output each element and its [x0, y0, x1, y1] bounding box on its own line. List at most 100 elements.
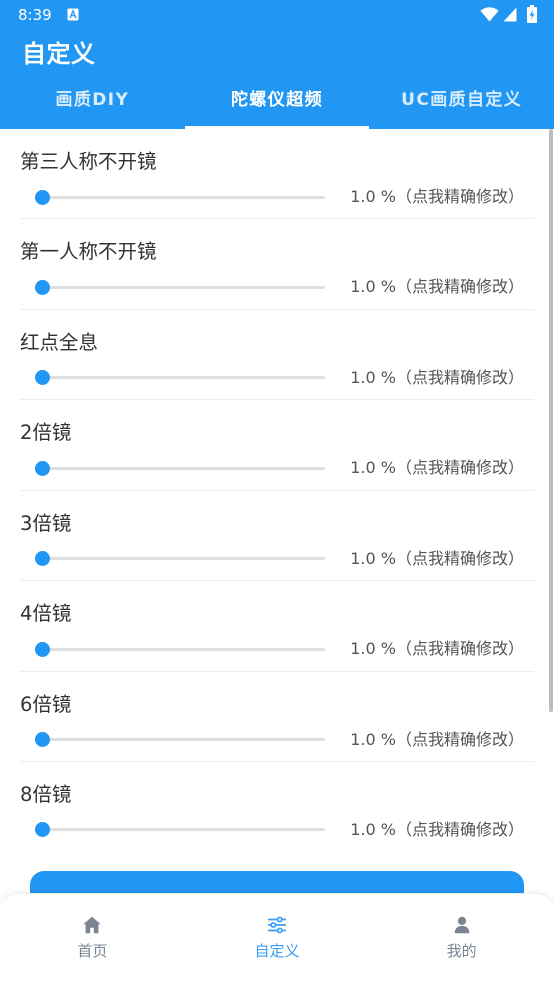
setting-label: 2倍镜: [20, 421, 72, 445]
status-bar: 8:39: [0, 0, 554, 30]
slider-track: [35, 647, 325, 651]
slider-thumb[interactable]: [34, 551, 50, 567]
slider-thumb[interactable]: [34, 822, 50, 838]
value-unit: %: [380, 187, 396, 206]
top-app-bar: 8:39 自定义 画质DIY 陀螺仪超频 UC画质自定义: [0, 0, 554, 129]
value-hint: （点我精确修改）: [395, 367, 524, 387]
setting-value[interactable]: 1.0 %（点我精确修改）: [350, 456, 524, 480]
slider-thumb[interactable]: [34, 460, 50, 476]
status-time: 8:39: [18, 6, 52, 24]
slider-thumb[interactable]: [34, 370, 50, 386]
wifi-icon: [480, 7, 499, 22]
slider-track: [35, 557, 325, 561]
setting-label: 第三人称不开镜: [20, 150, 157, 173]
page-title: 自定义: [22, 40, 96, 68]
setting-label: 6倍镜: [20, 692, 72, 716]
setting-slider[interactable]: [28, 728, 332, 752]
setting-item: 8倍镜 1.0 %（点我精确修改）: [0, 762, 554, 852]
setting-slider[interactable]: [28, 366, 332, 390]
battery-charging-icon: [527, 5, 537, 23]
tab-label: 陀螺仪超频: [231, 90, 323, 110]
slider-thumb[interactable]: [34, 189, 50, 205]
slider-track: [35, 466, 325, 470]
slider-track: [35, 376, 325, 380]
slider-track: [35, 285, 325, 289]
value-number: 1.0: [350, 277, 376, 297]
value-hint: （点我精确修改）: [395, 639, 524, 659]
setting-value[interactable]: 1.0 %（点我精确修改）: [350, 728, 524, 752]
tab-label: UC画质自定义: [401, 90, 523, 110]
value-hint: （点我精确修改）: [395, 819, 524, 839]
a-notification-icon: [67, 8, 79, 21]
nav-label: 首页: [77, 942, 108, 960]
setting-slider[interactable]: [28, 818, 332, 842]
setting-item: 4倍镜 1.0 %（点我精确修改）: [0, 581, 554, 672]
scrollbar[interactable]: [549, 129, 553, 712]
tune-icon: [267, 916, 287, 934]
setting-label: 第一人称不开镜: [20, 240, 157, 264]
nav-item-home[interactable]: 首页: [0, 894, 185, 984]
nav-item-mine[interactable]: 我的: [369, 894, 554, 984]
nav-label: 我的: [446, 942, 477, 960]
value-unit: %: [380, 639, 396, 659]
value-hint: （点我精确修改）: [395, 548, 524, 568]
value-hint: （点我精确修改）: [395, 458, 524, 478]
setting-item: 第一人称不开镜 1.0 %（点我精确修改）: [0, 219, 554, 310]
slider-thumb[interactable]: [34, 279, 50, 295]
value-number: 1.0: [350, 458, 376, 478]
slider-track: [35, 738, 325, 742]
value-hint: （点我精确修改）: [395, 729, 524, 749]
value-unit: %: [380, 548, 396, 568]
value-unit: %: [380, 819, 396, 839]
bottom-navigation: 首页 自定义 我的: [0, 893, 554, 984]
tab-uc-quality-custom[interactable]: UC画质自定义: [369, 85, 554, 129]
value-number: 1.0: [350, 639, 376, 659]
value-number: 1.0: [350, 819, 376, 839]
setting-label: 4倍镜: [20, 602, 72, 626]
value-hint: （点我精确修改）: [395, 277, 524, 297]
value-number: 1.0: [350, 187, 376, 206]
tab-label: 画质DIY: [55, 90, 130, 110]
value-unit: %: [380, 277, 396, 297]
setting-item: 3倍镜 1.0 %（点我精确修改）: [0, 491, 554, 582]
setting-slider[interactable]: [28, 456, 332, 480]
tab-gyro-overclock[interactable]: 陀螺仪超频: [184, 85, 370, 129]
slider-track: [35, 828, 325, 832]
nav-item-custom[interactable]: 自定义: [185, 894, 370, 984]
setting-label: 红点全息: [20, 330, 99, 354]
setting-value[interactable]: 1.0 %（点我精确修改）: [350, 547, 524, 571]
value-hint: （点我精确修改）: [395, 187, 524, 206]
settings-list: 第三人称不开镜 1.0 %（点我精确修改） 第一人称不开镜 1.0 %（点我精确…: [0, 129, 554, 893]
value-unit: %: [380, 729, 396, 749]
setting-label: 8倍镜: [20, 782, 72, 806]
setting-value[interactable]: 1.0 %（点我精确修改）: [350, 185, 524, 209]
setting-item: 6倍镜 1.0 %（点我精确修改）: [0, 672, 554, 762]
setting-slider[interactable]: [28, 637, 332, 661]
value-number: 1.0: [350, 367, 376, 387]
tab-bar: 画质DIY 陀螺仪超频 UC画质自定义: [0, 85, 554, 129]
setting-value[interactable]: 1.0 %（点我精确修改）: [350, 637, 524, 661]
slider-thumb[interactable]: [34, 641, 50, 657]
setting-slider[interactable]: [28, 185, 332, 209]
setting-slider[interactable]: [28, 275, 332, 299]
value-number: 1.0: [350, 729, 376, 749]
setting-item: 红点全息 1.0 %（点我精确修改）: [0, 310, 554, 401]
setting-item: 第三人称不开镜 1.0 %（点我精确修改）: [0, 129, 554, 220]
setting-slider[interactable]: [28, 547, 332, 571]
home-icon: [83, 916, 102, 934]
setting-item: 2倍镜 1.0 %（点我精确修改）: [0, 400, 554, 491]
setting-label: 3倍镜: [20, 511, 72, 535]
setting-value[interactable]: 1.0 %（点我精确修改）: [350, 818, 524, 842]
setting-value[interactable]: 1.0 %（点我精确修改）: [350, 366, 524, 390]
slider-thumb[interactable]: [34, 732, 50, 748]
value-unit: %: [380, 367, 396, 387]
setting-value[interactable]: 1.0 %（点我精确修改）: [350, 275, 524, 299]
value-unit: %: [380, 458, 396, 478]
cell-signal-icon: [503, 7, 517, 22]
nav-label: 自定义: [254, 942, 300, 960]
primary-action-button[interactable]: [30, 871, 524, 893]
value-number: 1.0: [350, 548, 376, 568]
slider-track: [35, 195, 325, 199]
person-icon: [454, 916, 470, 934]
tab-quality-diy[interactable]: 画质DIY: [0, 85, 185, 129]
